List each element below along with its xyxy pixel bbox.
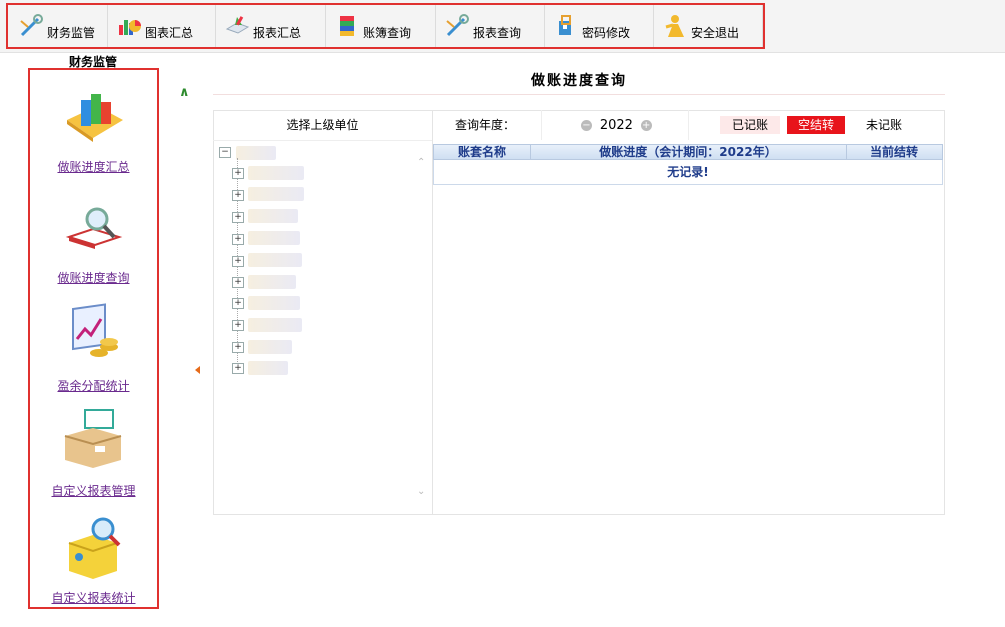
year-increment-button[interactable]: + — [640, 120, 652, 131]
tree-root-label[interactable] — [236, 146, 276, 160]
column-header-current-carryover[interactable]: 当前结转 — [846, 145, 942, 159]
tree-node-toggle[interactable]: + — [232, 212, 244, 223]
tree-node-label[interactable] — [248, 187, 304, 201]
report-query-icon — [444, 13, 470, 39]
tree-node-label[interactable] — [248, 340, 292, 354]
column-header-account-set[interactable]: 账套名称 — [434, 145, 531, 159]
column-header-progress[interactable]: 做账进度（会计期间：2022年） — [530, 145, 847, 159]
tree-node-label[interactable] — [248, 275, 296, 289]
filter-row: 查询年度： − 2022 + 已记账 空结转 未记账 — [433, 110, 944, 140]
sidebar-item-custom-report-statistics[interactable]: 自定义报表统计 — [28, 513, 159, 606]
toolbar-logout[interactable]: 安全退出 — [654, 5, 763, 47]
tree-scroll-up-icon[interactable]: ⌃ — [417, 157, 425, 168]
bookkeeping-progress-query-icon — [59, 193, 129, 263]
legend-recorded: 已记账 — [720, 116, 780, 134]
sidebar-item-label[interactable]: 自定义报表统计 — [28, 589, 159, 606]
toolbar-label: 安全退出 — [691, 25, 740, 40]
sidebar-item-progress-query[interactable]: 做账进度查询 — [28, 193, 159, 286]
title-divider — [213, 94, 945, 95]
sidebar-item-surplus-distribution[interactable]: 盈余分配统计 — [28, 301, 159, 394]
toolbar-label: 报表汇总 — [253, 25, 302, 40]
tree-node-toggle[interactable]: + — [232, 190, 244, 201]
tree-node-toggle[interactable]: + — [232, 277, 244, 288]
tree-node-toggle[interactable]: + — [232, 298, 244, 309]
toolbar-chart-summary[interactable]: 图表汇总 — [108, 5, 216, 47]
tree-node-toggle[interactable]: + — [232, 320, 244, 331]
toolbar-report-query[interactable]: 报表查询 — [436, 5, 545, 47]
tree-node-label[interactable] — [248, 318, 302, 332]
logout-icon — [662, 13, 688, 39]
tree-root-toggle[interactable]: − — [219, 147, 231, 158]
year-selector: − 2022 + — [581, 110, 652, 140]
toolbar-label: 密码修改 — [582, 25, 631, 40]
tree-node-toggle[interactable]: + — [232, 168, 244, 179]
legend-empty-carryover: 空结转 — [787, 116, 845, 134]
tree-scroll-down-icon[interactable]: ⌄ — [417, 486, 425, 497]
toolbar-label: 图表汇总 — [145, 25, 194, 40]
toolbar-label: 财务监管 — [47, 25, 96, 40]
chart-summary-icon — [116, 13, 142, 39]
legend-unrecorded: 未记账 — [851, 116, 917, 134]
tree-node-toggle[interactable]: + — [232, 234, 244, 245]
sidebar-item-label[interactable]: 自定义报表管理 — [28, 482, 159, 499]
tree-node-toggle[interactable]: + — [232, 363, 244, 374]
year-label: 查询年度： — [455, 118, 516, 132]
report-summary-icon — [224, 13, 250, 39]
tree-header: 选择上级单位 — [213, 110, 432, 141]
surplus-distribution-icon — [59, 301, 129, 371]
page-title: 做账进度查询 — [531, 73, 627, 89]
toolbar-report-summary[interactable]: 报表汇总 — [216, 5, 326, 47]
sidebar-item-progress-summary[interactable]: 做账进度汇总 — [28, 82, 159, 175]
password-change-icon — [553, 13, 579, 39]
tree-node-toggle[interactable]: + — [232, 342, 244, 353]
toolbar-ledger-query[interactable]: 账簿查询 — [326, 5, 436, 47]
tree-node-label[interactable] — [248, 231, 300, 245]
sidebar-item-label[interactable]: 做账进度汇总 — [28, 158, 159, 175]
table-empty-message: 无记录! — [433, 160, 943, 185]
toolbar-password-change[interactable]: 密码修改 — [545, 5, 654, 47]
tree-node-label[interactable] — [248, 296, 300, 310]
collapse-top-arrow[interactable]: ∧ — [179, 85, 190, 100]
sidebar-item-label[interactable]: 盈余分配统计 — [28, 377, 159, 394]
financial-supervision-icon — [18, 13, 44, 39]
results-table-header: 账套名称 做账进度（会计期间：2022年） 当前结转 — [433, 144, 943, 160]
custom-report-statistics-icon — [59, 513, 129, 583]
ledger-query-icon — [334, 13, 360, 39]
year-decrement-button[interactable]: − — [581, 120, 592, 131]
toolbar-label: 账簿查询 — [363, 25, 412, 40]
toolbar-financial-supervision[interactable]: 财务监管 — [10, 5, 108, 47]
tree-node-label[interactable] — [248, 166, 304, 180]
filter-separator — [541, 110, 542, 140]
custom-report-management-icon — [59, 406, 129, 476]
tree-node-toggle[interactable]: + — [232, 256, 244, 267]
year-value: 2022 — [599, 118, 633, 133]
sidebar-item-label[interactable]: 做账进度查询 — [28, 269, 159, 286]
tree-node-label[interactable] — [248, 209, 298, 223]
tree-node-label[interactable] — [248, 253, 302, 267]
tree-node-label[interactable] — [248, 361, 288, 375]
bookkeeping-progress-summary-icon — [59, 82, 129, 152]
toolbar-label: 报表查询 — [473, 25, 522, 40]
collapse-sidebar-arrow[interactable] — [195, 366, 200, 374]
filter-separator — [688, 110, 689, 140]
sidebar-item-custom-report-management[interactable]: 自定义报表管理 — [28, 406, 159, 499]
